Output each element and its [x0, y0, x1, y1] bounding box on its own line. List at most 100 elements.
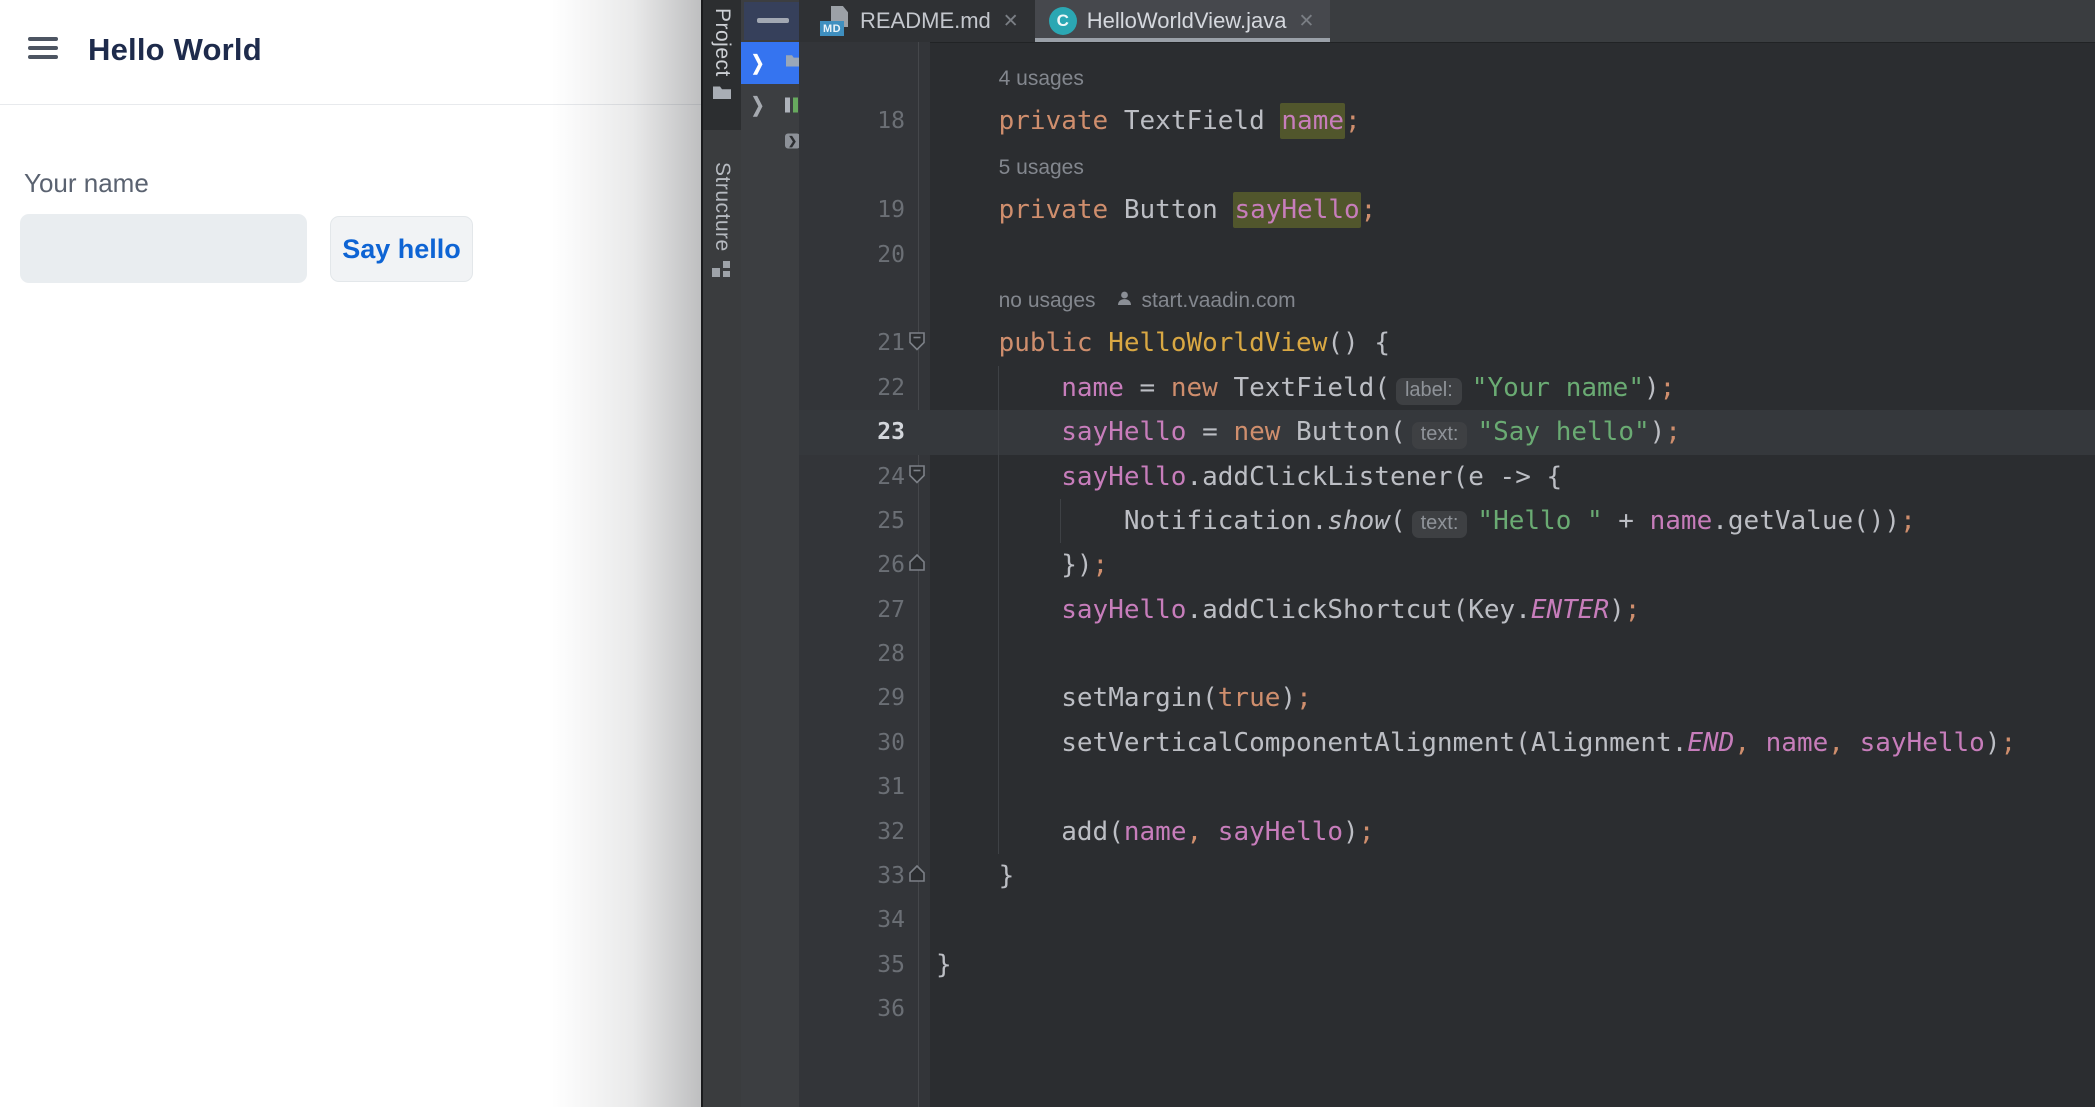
code-text: no usagesstart.vaadin.com [936, 277, 2095, 323]
project-tool-button[interactable]: Project [703, 0, 741, 130]
code-line-28[interactable]: 28 [799, 632, 2095, 676]
code-line-25[interactable]: 25 Notification.show(text:"Hello " + nam… [799, 499, 2095, 543]
code-text: sayHello = new Button(text:"Say hello"); [936, 410, 2095, 454]
line-number: 34 [799, 898, 905, 942]
structure-icon [712, 259, 732, 279]
line-number: 35 [799, 943, 905, 987]
fold-close-icon[interactable] [907, 864, 927, 889]
inlay-hint-line[interactable]: 4 usages [799, 55, 2095, 99]
close-tab-icon[interactable]: ✕ [1296, 10, 1316, 33]
project-tool-label: Project [710, 8, 734, 77]
tabbar-fill [1330, 0, 2095, 42]
tabbar-spacer [799, 0, 806, 42]
project-tree-row-module[interactable]: ❯ [741, 84, 799, 126]
hamburger-menu-icon[interactable] [28, 37, 58, 61]
editor-tab-bar: MDREADME.md✕CHelloWorldView.java✕ [799, 0, 2095, 43]
code-line-26[interactable]: 26 }); [799, 543, 2095, 587]
tab-label: HelloWorldView.java [1087, 8, 1287, 34]
hide-project-panel-button[interactable] [744, 2, 799, 40]
say-hello-button[interactable]: Say hello [330, 216, 473, 282]
editor-tab-HelloWorldView.java[interactable]: CHelloWorldView.java✕ [1035, 0, 1331, 42]
code-text: public HelloWorldView() { [936, 321, 2095, 365]
code-line-21[interactable]: 21 public HelloWorldView() { [799, 321, 2095, 365]
tab-label: README.md [860, 8, 991, 34]
code-line-36[interactable]: 36 [799, 987, 2095, 1031]
chevron-right-icon[interactable]: ❯ [751, 51, 764, 76]
line-number: 22 [799, 366, 905, 410]
code-text: } [936, 854, 2095, 898]
line-number: 36 [799, 987, 905, 1031]
code-line-33[interactable]: 33 } [799, 854, 2095, 898]
editor-tab-README.md[interactable]: MD README.md ✕ [806, 0, 1035, 42]
folder-icon [712, 84, 732, 105]
code-text: setMargin(true); [936, 676, 2095, 720]
code-line-30[interactable]: 30 setVerticalComponentAlignment(Alignme… [799, 721, 2095, 765]
project-tree: ❯ ❯ ❯ [741, 42, 799, 156]
code-line-22[interactable]: 22 name = new TextField(label:"Your name… [799, 366, 2095, 410]
close-tab-icon[interactable]: ✕ [1001, 10, 1021, 33]
line-number: 18 [799, 99, 905, 143]
window-shadow [551, 0, 701, 1107]
name-field-label: Your name [24, 168, 149, 199]
line-number: 29 [799, 676, 905, 720]
name-input[interactable] [20, 214, 307, 283]
minimize-icon [757, 18, 789, 23]
line-number: 30 [799, 721, 905, 765]
code-text: }); [936, 543, 2095, 587]
markdown-file-icon: MD [820, 6, 850, 36]
line-number: 28 [799, 632, 905, 676]
code-line-27[interactable]: 27 sayHello.addClickShortcut(Key.ENTER); [799, 588, 2095, 632]
code-line-29[interactable]: 29 setMargin(true); [799, 676, 2095, 720]
code-text: sayHello.addClickListener(e -> { [936, 455, 2095, 499]
code-line-34[interactable]: 34 [799, 898, 2095, 942]
ide-window: Project Structure ❯❯❯ MDREADME.md✕CHello [701, 0, 2095, 1107]
folder-icon [785, 54, 799, 73]
inlay-hint-line[interactable]: 5 usages [799, 144, 2095, 188]
code-line-18[interactable]: 18 private TextField name; [799, 99, 2095, 143]
line-number: 24 [799, 455, 905, 499]
line-number: 20 [799, 233, 905, 277]
structure-tool-button[interactable]: Structure [703, 154, 741, 304]
line-number: 27 [799, 588, 905, 632]
fold-close-icon[interactable] [907, 553, 927, 578]
chevron-right-icon[interactable]: ❯ [751, 93, 764, 118]
module-icon [785, 98, 798, 113]
code-text: 5 usages [936, 144, 2095, 190]
code-text: add(name, sayHello); [936, 810, 2095, 854]
code-line-24[interactable]: 24 sayHello.addClickListener(e -> { [799, 455, 2095, 499]
app-header: Hello World [0, 0, 701, 105]
screenshot-root: Hello World Your name Say hello Project … [0, 0, 2095, 1107]
code-text: setVerticalComponentAlignment(Alignment.… [936, 721, 2095, 765]
line-number: 32 [799, 810, 905, 854]
line-number: 23 [799, 410, 905, 454]
tool-window-stripe: Project Structure [703, 0, 741, 1107]
structure-tool-label: Structure [710, 162, 734, 252]
code-text: } [936, 943, 2095, 987]
page-title: Hello World [88, 32, 262, 68]
code-area: 4 usages18 private TextField name; 5 usa… [799, 42, 2095, 1107]
code-text: 4 usages [936, 55, 2095, 101]
code-text: private TextField name; [936, 99, 2095, 143]
code-text: sayHello.addClickShortcut(Key.ENTER); [936, 588, 2095, 632]
code-line-19[interactable]: 19 private Button sayHello; [799, 188, 2095, 232]
fold-open-icon[interactable] [907, 463, 927, 490]
line-number: 19 [799, 188, 905, 232]
code-line-20[interactable]: 20 [799, 233, 2095, 277]
code-text: private Button sayHello; [936, 188, 2095, 232]
line-number: 33 [799, 854, 905, 898]
author-icon [1116, 277, 1133, 321]
project-tree-row-folder[interactable]: ❯ [741, 42, 799, 84]
line-number: 25 [799, 499, 905, 543]
code-line-35[interactable]: 35} [799, 943, 2095, 987]
code-line-23[interactable]: 23 sayHello = new Button(text:"Say hello… [799, 410, 2095, 454]
code-line-32[interactable]: 32 add(name, sayHello); [799, 810, 2095, 854]
inlay-hint-line[interactable]: no usagesstart.vaadin.com [799, 277, 2095, 321]
line-number: 21 [799, 321, 905, 365]
code-text: Notification.show(text:"Hello " + name.g… [936, 499, 2095, 543]
chevron-box-icon: ❯ [785, 134, 799, 149]
code-line-31[interactable]: 31 [799, 765, 2095, 809]
project-tree-row-source-box[interactable]: ❯ [741, 126, 799, 156]
line-number: 26 [799, 543, 905, 587]
editor-area: MDREADME.md✕CHelloWorldView.java✕ 4 usag… [799, 0, 2095, 1107]
fold-open-icon[interactable] [907, 330, 927, 357]
